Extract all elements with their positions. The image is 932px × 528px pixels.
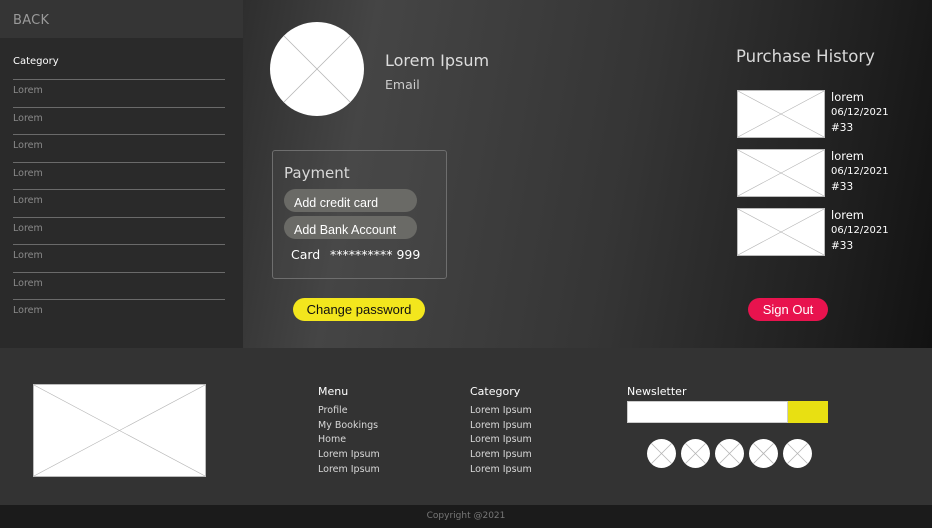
sidebar-item[interactable]: Lorem (13, 106, 225, 135)
purchase-name: lorem (831, 90, 864, 104)
purchase-name: lorem (831, 208, 864, 222)
footer-link-my-bookings[interactable]: My Bookings (318, 420, 380, 435)
sidebar-item[interactable]: Lorem (13, 244, 225, 272)
social-icon-4[interactable] (749, 439, 778, 468)
social-placeholder-icon (684, 442, 707, 465)
purchase-item[interactable]: lorem 06/12/2021 #33 (737, 149, 897, 197)
image-placeholder-icon (738, 150, 824, 196)
purchase-date: 06/12/2021 (831, 107, 889, 118)
sidebar-item[interactable]: Lorem (13, 271, 225, 300)
social-icon-3[interactable] (715, 439, 744, 468)
social-icon-2[interactable] (681, 439, 710, 468)
footer: Menu Profile My Bookings Home Lorem Ipsu… (0, 348, 932, 505)
sidebar: BACK Category Lorem Lorem Lorem Lorem Lo… (0, 0, 243, 348)
image-placeholder-icon (738, 209, 824, 255)
avatar (270, 22, 364, 116)
footer-category-link[interactable]: Lorem Ipsum (470, 464, 532, 479)
card-label: Card (291, 247, 321, 262)
purchase-thumbnail (737, 208, 825, 256)
sidebar-category-title: Category (13, 56, 59, 67)
card-number: ********** 999 (330, 247, 421, 262)
sidebar-item[interactable]: Lorem (13, 299, 225, 327)
newsletter-title: Newsletter (627, 385, 687, 398)
purchase-number: #33 (831, 181, 854, 193)
newsletter-submit-button[interactable] (788, 401, 828, 423)
footer-category-link[interactable]: Lorem Ipsum (470, 420, 532, 435)
social-placeholder-icon (786, 442, 809, 465)
payment-panel: Payment Add credit card Add Bank Account… (272, 150, 447, 279)
avatar-placeholder-icon (283, 35, 351, 103)
purchase-date: 06/12/2021 (831, 166, 889, 177)
newsletter-email-input[interactable] (627, 401, 788, 423)
social-icon-5[interactable] (783, 439, 812, 468)
sidebar-item[interactable]: Lorem (13, 79, 225, 107)
image-placeholder-icon (34, 385, 205, 476)
footer-menu-title: Menu (318, 385, 349, 398)
purchase-item[interactable]: lorem 06/12/2021 #33 (737, 90, 897, 138)
change-password-button[interactable]: Change password (293, 298, 425, 321)
profile-main: Lorem Ipsum Email Payment Add credit car… (243, 0, 932, 348)
sidebar-item[interactable]: Lorem (13, 216, 225, 245)
footer-category-title: Category (470, 385, 521, 398)
footer-category: Category Lorem Ipsum Lorem Ipsum Lorem I… (470, 385, 532, 478)
purchase-thumbnail (737, 149, 825, 197)
footer-link-home[interactable]: Home (318, 434, 380, 449)
footer-category-link[interactable]: Lorem Ipsum (470, 434, 532, 449)
social-placeholder-icon (718, 442, 741, 465)
footer-category-link[interactable]: Lorem Ipsum (470, 449, 532, 464)
footer-link-profile[interactable]: Profile (318, 405, 380, 420)
profile-email: Email (385, 77, 420, 92)
add-bank-account-button[interactable]: Add Bank Account (284, 216, 417, 239)
back-button[interactable]: BACK (0, 0, 243, 38)
sidebar-item[interactable]: Lorem (13, 161, 225, 190)
sign-out-button[interactable]: Sign Out (748, 298, 828, 321)
add-credit-card-button[interactable]: Add credit card (284, 189, 417, 212)
footer-link[interactable]: Lorem Ipsum (318, 464, 380, 479)
social-icon-1[interactable] (647, 439, 676, 468)
purchase-thumbnail (737, 90, 825, 138)
sidebar-category-list: Lorem Lorem Lorem Lorem Lorem Lorem Lore… (13, 79, 225, 327)
payment-title: Payment (284, 164, 350, 182)
purchase-history-title: Purchase History (736, 47, 875, 66)
image-placeholder-icon (738, 91, 824, 137)
sidebar-item[interactable]: Lorem (13, 134, 225, 162)
copyright-bar: Copyright @2021 (0, 505, 932, 528)
footer-menu: Menu Profile My Bookings Home Lorem Ipsu… (318, 385, 380, 478)
social-placeholder-icon (650, 442, 673, 465)
footer-link[interactable]: Lorem Ipsum (318, 449, 380, 464)
footer-category-link[interactable]: Lorem Ipsum (470, 405, 532, 420)
copyright-text: Copyright @2021 (426, 511, 506, 521)
footer-logo (33, 384, 206, 477)
purchase-number: #33 (831, 240, 854, 252)
purchase-date: 06/12/2021 (831, 225, 889, 236)
sidebar-item[interactable]: Lorem (13, 189, 225, 217)
profile-name: Lorem Ipsum (385, 51, 490, 70)
social-placeholder-icon (752, 442, 775, 465)
purchase-name: lorem (831, 149, 864, 163)
purchase-number: #33 (831, 122, 854, 134)
purchase-item[interactable]: lorem 06/12/2021 #33 (737, 208, 897, 256)
